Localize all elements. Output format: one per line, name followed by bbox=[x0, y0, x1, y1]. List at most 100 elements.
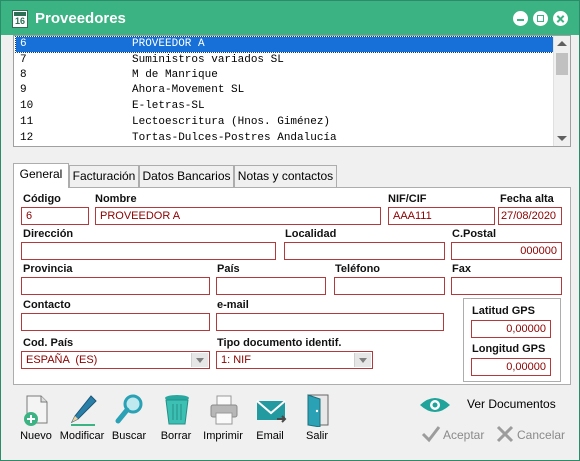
tipo-doc-value: 1: NIF bbox=[221, 354, 251, 366]
chevron-down-icon[interactable] bbox=[354, 353, 371, 367]
fax-field[interactable] bbox=[451, 277, 562, 295]
codigo-field[interactable]: 6 bbox=[21, 207, 89, 225]
scroll-up-icon[interactable] bbox=[557, 41, 567, 46]
salir-button[interactable]: Salir bbox=[294, 393, 340, 445]
nuevo-label: Nuevo bbox=[20, 430, 52, 442]
eye-icon[interactable] bbox=[419, 395, 451, 415]
pais-label: País bbox=[217, 263, 240, 275]
row-name: M de Manrique bbox=[132, 69, 218, 81]
email-label: Email bbox=[256, 430, 284, 442]
list-scrollbar[interactable] bbox=[553, 36, 570, 146]
telefono-field[interactable] bbox=[334, 277, 445, 295]
row-code: 8 bbox=[20, 69, 27, 81]
contacto-label: Contacto bbox=[23, 299, 71, 311]
telefono-label: Teléfono bbox=[335, 263, 381, 275]
pais-field[interactable] bbox=[216, 277, 326, 295]
envelope-icon bbox=[256, 400, 287, 423]
list-item[interactable]: 7 Suministros variados SL bbox=[16, 53, 553, 68]
magnifier-icon bbox=[115, 394, 143, 424]
proveedores-window: 16 Proveedores 6 PROVEEDOR A 7 Suministros… bbox=[0, 0, 580, 461]
title-bar[interactable]: 16 Proveedores bbox=[1, 1, 579, 35]
buscar-label: Buscar bbox=[111, 430, 147, 442]
latitud-label: Latitud GPS bbox=[472, 305, 535, 317]
tipo-doc-select[interactable]: 1: NIF bbox=[216, 351, 373, 369]
cod-pais-value: ESPAÑA (ES) bbox=[26, 354, 98, 366]
modificar-button[interactable]: Modificar bbox=[59, 393, 105, 445]
fecha-alta-field[interactable]: 27/08/2020 bbox=[498, 207, 562, 225]
cpostal-label: C.Postal bbox=[452, 228, 497, 240]
email-field[interactable] bbox=[216, 313, 444, 331]
cpostal-field[interactable]: 000000 bbox=[451, 242, 562, 260]
minimize-button[interactable] bbox=[513, 11, 528, 26]
printer-icon bbox=[210, 395, 238, 425]
tab-notas-contactos[interactable]: Notas y contactos bbox=[234, 165, 337, 187]
localidad-label: Localidad bbox=[285, 228, 337, 240]
contacto-field[interactable] bbox=[21, 313, 210, 331]
window-title: Proveedores bbox=[35, 10, 126, 27]
longitud-label: Longitud GPS bbox=[472, 343, 546, 355]
cod-pais-select[interactable]: ESPAÑA (ES) bbox=[21, 351, 210, 369]
nuevo-button[interactable]: Nuevo bbox=[13, 393, 59, 445]
tab-label: Notas y contactos bbox=[237, 169, 334, 183]
imprimir-button[interactable]: Imprimir bbox=[200, 393, 246, 445]
modificar-label: Modificar bbox=[59, 430, 105, 442]
list-item[interactable]: 9 Ahora-Movement SL bbox=[16, 83, 553, 98]
fax-label: Fax bbox=[452, 263, 471, 275]
row-name: E-letras-SL bbox=[132, 100, 205, 112]
cod-pais-label: Cod. País bbox=[23, 337, 74, 349]
salir-label: Salir bbox=[305, 430, 328, 442]
row-code: 12 bbox=[20, 132, 34, 144]
nif-field[interactable]: AAA111 bbox=[388, 207, 495, 225]
list-item[interactable]: 6 PROVEEDOR A bbox=[15, 36, 554, 53]
longitud-field[interactable]: 0,00000 bbox=[471, 358, 551, 376]
list-item[interactable]: 8 M de Manrique bbox=[16, 68, 553, 83]
new-document-icon bbox=[24, 395, 48, 426]
latitud-field[interactable]: 0,00000 bbox=[471, 320, 551, 338]
fecha-alta-label: Fecha alta bbox=[500, 193, 554, 205]
borrar-button[interactable]: Borrar bbox=[153, 393, 199, 445]
general-panel: Código 6 Nombre PROVEEDOR A NIF/CIF AAA1… bbox=[13, 187, 571, 385]
calendar-icon: 16 bbox=[12, 10, 28, 28]
nif-label: NIF/CIF bbox=[388, 193, 427, 205]
pen-icon bbox=[70, 395, 97, 426]
localidad-field[interactable] bbox=[284, 242, 445, 260]
tab-label: Facturación bbox=[72, 169, 136, 183]
nombre-field[interactable]: PROVEEDOR A bbox=[95, 207, 381, 225]
direccion-field[interactable] bbox=[21, 242, 276, 260]
supplier-list[interactable]: 6 PROVEEDOR A 7 Suministros variados SL 8 M… bbox=[13, 35, 571, 147]
scroll-down-icon[interactable] bbox=[557, 136, 567, 141]
row-name: PROVEEDOR A bbox=[132, 38, 205, 50]
exit-door-icon bbox=[307, 394, 329, 427]
row-name: Ahora-Movement SL bbox=[132, 84, 245, 96]
provincia-field[interactable] bbox=[21, 277, 210, 295]
cancelar-button[interactable]: Cancelar bbox=[517, 428, 565, 442]
maximize-button[interactable] bbox=[533, 11, 548, 26]
direccion-label: Dirección bbox=[23, 228, 74, 240]
close-button[interactable] bbox=[553, 11, 568, 26]
chevron-down-icon[interactable] bbox=[191, 353, 208, 367]
list-item[interactable]: 10 E-letras-SL bbox=[16, 99, 553, 114]
gps-group: Latitud GPS 0,00000 Longitud GPS 0,00000 bbox=[463, 298, 561, 382]
tab-label: Datos Bancarios bbox=[142, 169, 231, 183]
scroll-thumb[interactable] bbox=[556, 53, 568, 75]
aceptar-button[interactable]: Aceptar bbox=[443, 428, 484, 442]
row-name: Lectoescritura (Hnos. Giménez) bbox=[132, 116, 331, 128]
ver-documentos-button[interactable]: Ver Documentos bbox=[467, 397, 556, 411]
row-code: 6 bbox=[20, 38, 27, 50]
nombre-label: Nombre bbox=[95, 193, 137, 205]
row-code: 11 bbox=[20, 116, 34, 128]
borrar-label: Borrar bbox=[160, 430, 192, 442]
x-icon bbox=[496, 425, 514, 443]
imprimir-label: Imprimir bbox=[203, 430, 243, 442]
tab-datos-bancarios[interactable]: Datos Bancarios bbox=[139, 165, 234, 187]
tab-facturacion[interactable]: Facturación bbox=[69, 165, 139, 187]
provincia-label: Provincia bbox=[23, 263, 73, 275]
list-item[interactable]: 12 Tortas-Dulces-Postres Andalucía bbox=[16, 131, 553, 146]
codigo-label: Código bbox=[23, 193, 61, 205]
tab-label: General bbox=[19, 167, 63, 181]
list-item[interactable]: 11 Lectoescritura (Hnos. Giménez) bbox=[16, 115, 553, 130]
tab-general[interactable]: General bbox=[13, 163, 69, 188]
row-code: 9 bbox=[20, 84, 27, 96]
email-button[interactable]: Email bbox=[247, 393, 293, 445]
buscar-button[interactable]: Buscar bbox=[106, 393, 152, 445]
